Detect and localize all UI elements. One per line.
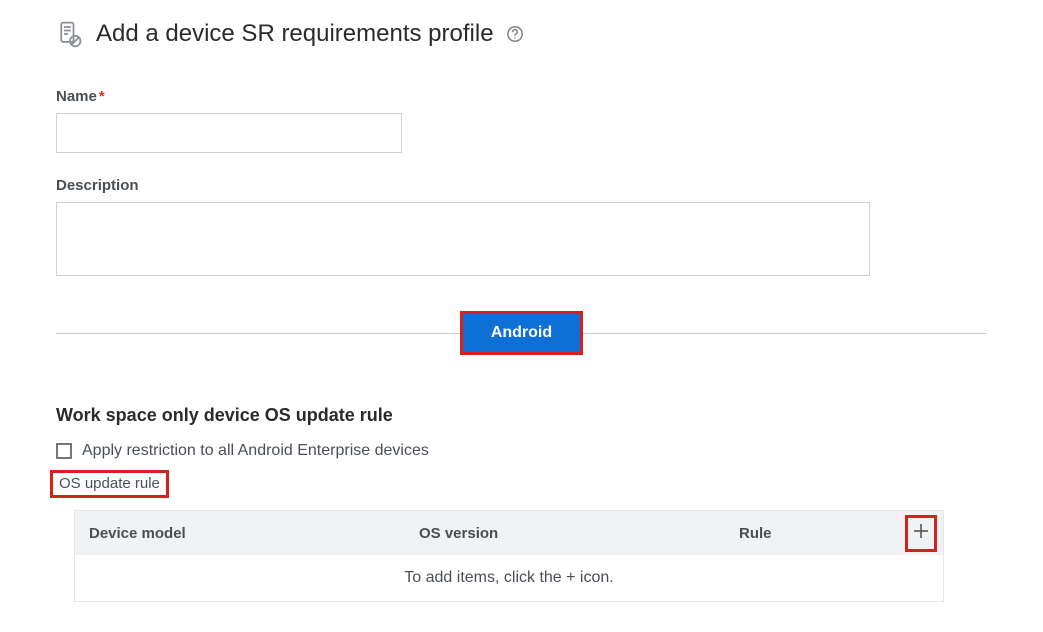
name-label-text: Name	[56, 88, 97, 105]
col-os-version: OS version	[405, 525, 725, 542]
name-field-block: Name*	[56, 88, 987, 153]
os-update-rule-highlight: OS update rule	[50, 470, 169, 498]
platform-tab-row: Android	[56, 311, 987, 355]
android-tab-highlight: Android	[460, 311, 583, 355]
name-label: Name*	[56, 88, 987, 105]
page-header: Add a device SR requirements profile	[56, 20, 987, 48]
table-header: Device model OS version Rule	[75, 511, 943, 555]
os-update-rule-label: OS update rule	[59, 475, 160, 492]
page-title: Add a device SR requirements profile	[96, 20, 494, 48]
add-row-button[interactable]	[905, 515, 937, 552]
apply-restriction-row: Apply restriction to all Android Enterpr…	[56, 442, 987, 460]
os-update-section-title: Work space only device OS update rule	[56, 405, 987, 426]
description-field-block: Description	[56, 177, 987, 281]
description-input[interactable]	[56, 202, 870, 276]
col-rule: Rule	[725, 525, 899, 542]
table-empty-message: To add items, click the + icon.	[75, 555, 943, 601]
plus-icon	[911, 521, 931, 541]
col-add	[899, 515, 943, 552]
col-device-model: Device model	[75, 525, 405, 542]
help-icon[interactable]	[506, 25, 524, 43]
required-indicator: *	[99, 88, 105, 105]
android-tab[interactable]: Android	[463, 314, 580, 352]
apply-restriction-checkbox[interactable]	[56, 443, 72, 459]
apply-restriction-label: Apply restriction to all Android Enterpr…	[82, 442, 429, 460]
name-input[interactable]	[56, 113, 402, 153]
description-label: Description	[56, 177, 987, 194]
os-update-rule-table: Device model OS version Rule To add item…	[74, 510, 944, 602]
device-profile-icon	[56, 20, 84, 48]
